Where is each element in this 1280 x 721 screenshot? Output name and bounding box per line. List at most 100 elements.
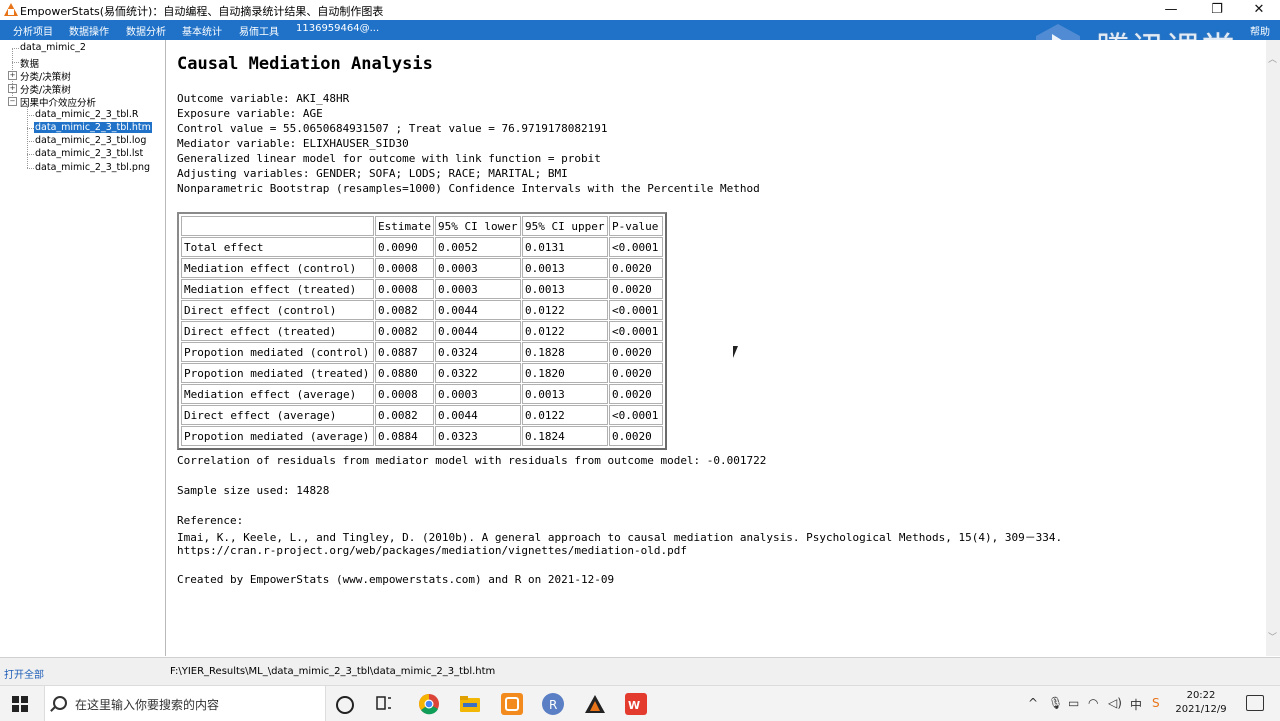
table-cell: 0.1820 (521, 363, 608, 383)
table-header-cell: Estimate (375, 216, 434, 236)
table-cell: Propotion mediated (average) (181, 426, 374, 446)
reference-citation: Imai, K., Keele, L., and Tingley, D. (20… (177, 531, 1063, 544)
table-cell: 0.0003 (434, 279, 521, 299)
mouse-cursor-icon (733, 346, 738, 358)
table-cell: Mediation effect (treated) (181, 279, 374, 299)
battery-icon[interactable]: ▭ (1068, 696, 1079, 710)
windows-taskbar: 在这里输入你要搜索的内容 R W ^ 🎙 ▭ ◠ ◁) 中 S 20:22 20… (0, 685, 1280, 721)
table-cell: Total effect (181, 237, 374, 257)
table-cell: 0.1824 (521, 426, 608, 446)
tree-root[interactable]: data_mimic_2 (20, 42, 86, 53)
sticky-app-icon[interactable] (501, 693, 523, 715)
notification-icon[interactable] (1246, 695, 1264, 711)
wps-icon[interactable]: W (625, 693, 647, 715)
file-path: F:\YIER_Results\ML_\data_mimic_2_3_tbl\d… (170, 666, 496, 677)
menu-basic-statistics[interactable]: 基本统计 (182, 23, 222, 38)
vertical-scrollbar[interactable]: ︿ ﹀ (1266, 40, 1280, 656)
file-explorer-icon[interactable] (459, 693, 481, 715)
menu-help[interactable]: 帮助 (1250, 23, 1270, 38)
menu-tools[interactable]: 易侕工具 (239, 23, 279, 38)
wifi-icon[interactable]: ◠ (1088, 696, 1098, 710)
windows-start-icon[interactable] (12, 696, 28, 712)
chrome-icon[interactable] (418, 693, 440, 715)
tree-file-png[interactable]: data_mimic_2_3_tbl.png (35, 162, 150, 173)
table-cell: 0.0003 (434, 258, 521, 278)
table-row: Mediation effect (average) 0.0008 0.0003 0.… (181, 384, 663, 404)
expand-icon[interactable]: + (8, 71, 17, 80)
table-cell: Direct effect (average) (181, 405, 374, 425)
task-view-icon[interactable] (376, 696, 392, 710)
table-cell: 0.0020 (608, 258, 663, 278)
table-cell: 0.0322 (434, 363, 521, 383)
table-cell: <0.0001 (608, 321, 663, 341)
table-cell: 0.1828 (521, 342, 608, 362)
menu-account[interactable]: 1136959464@... (296, 23, 379, 34)
empowerstats-icon[interactable] (584, 693, 606, 715)
tree-file-htm[interactable]: data_mimic_2_3_tbl.htm (34, 122, 152, 133)
collapse-icon[interactable]: − (8, 97, 17, 106)
created-by: Created by EmpowerStats (www.empowerstat… (177, 573, 615, 586)
menu-data-analysis[interactable]: 数据分析 (126, 23, 166, 38)
report-heading: Causal Mediation Analysis (177, 54, 433, 74)
restore-button[interactable]: ❐ (1194, 0, 1240, 20)
table-cell: 0.0003 (434, 384, 521, 404)
table-cell: 0.0044 (434, 405, 521, 425)
menu-data-operation[interactable]: 数据操作 (69, 23, 109, 38)
svg-text:W: W (628, 699, 640, 712)
cortana-icon[interactable] (336, 696, 354, 714)
expand-icon[interactable]: + (8, 84, 17, 93)
reference-url[interactable]: https://cran.r-project.org/web/packages/… (177, 544, 687, 557)
system-clock[interactable]: 20:22 2021/12/9 (1170, 689, 1232, 717)
table-cell: 0.0122 (521, 405, 608, 425)
svg-text:R: R (549, 698, 557, 712)
table-header-cell (181, 216, 374, 236)
table-cell: 0.0020 (608, 426, 663, 446)
table-cell: 0.0323 (434, 426, 521, 446)
open-all-button[interactable]: 打开全部 (4, 666, 44, 681)
minimize-button[interactable]: — (1148, 0, 1194, 20)
tree-mediation-analysis[interactable]: 因果中介效应分析 (20, 95, 96, 109)
ime-indicator[interactable]: 中 (1130, 696, 1142, 713)
search-icon (53, 696, 67, 710)
table-row: Total effect 0.0090 0.0052 0.0131 <0.0001 (181, 237, 663, 257)
table-cell: 0.0122 (521, 300, 608, 320)
table-cell: 0.0044 (434, 321, 521, 341)
report-view: Causal Mediation Analysis Outcome variab… (167, 40, 1266, 656)
status-bar: 打开全部 F:\YIER_Results\ML_\data_mimic_2_3_… (0, 657, 1280, 686)
table-cell: <0.0001 (608, 300, 663, 320)
scroll-up-icon[interactable]: ︿ (1268, 52, 1277, 65)
tree-file-log[interactable]: data_mimic_2_3_tbl.log (35, 135, 146, 146)
sogou-input-icon[interactable]: S (1152, 696, 1160, 710)
close-button[interactable]: ✕ (1236, 0, 1280, 20)
table-cell: Mediation effect (control) (181, 258, 374, 278)
scroll-down-icon[interactable]: ﹀ (1268, 630, 1277, 643)
table-header-cell: 95% CI lower (434, 216, 521, 236)
tree-decision-tree-2[interactable]: 分类/决策树 (20, 82, 71, 96)
table-header-cell: P-value (608, 216, 663, 236)
taskbar-search-box[interactable]: 在这里输入你要搜索的内容 (44, 686, 326, 721)
table-cell: 0.0020 (608, 384, 663, 404)
sample-size: Sample size used: 14828 (177, 484, 330, 497)
table-header-row: Estimate 95% CI lower 95% CI upper P-val… (181, 216, 663, 236)
tree-file-lst[interactable]: data_mimic_2_3_tbl.lst (35, 148, 143, 159)
table-cell: 0.0020 (608, 363, 663, 383)
table-cell: <0.0001 (608, 237, 663, 257)
volume-icon[interactable]: ◁) (1108, 696, 1122, 710)
table-cell: 0.0324 (434, 342, 521, 362)
microphone-icon[interactable]: 🎙 (1048, 696, 1063, 710)
menu-analysis-project[interactable]: 分析项目 (13, 23, 53, 38)
table-cell: 0.0131 (521, 237, 608, 257)
table-cell: 0.0008 (375, 384, 434, 404)
window-title: EmpowerStats(易侕统计)：自动编程、自动摘录统计结果、自动制作图表 (20, 5, 384, 18)
r-icon[interactable]: R (542, 693, 564, 715)
table-row: Propotion mediated (treated) 0.0880 0.0322… (181, 363, 663, 383)
outcome-variable: Outcome variable: AKI_48HR (177, 92, 350, 105)
table-row: Mediation effect (control) 0.0008 0.0003 0.… (181, 258, 663, 278)
tree-data-node[interactable]: 数据 (20, 56, 39, 70)
table-row: Propotion mediated (control) 0.0887 0.0324… (181, 342, 663, 362)
table-cell: 0.0008 (375, 279, 434, 299)
tree-file-r[interactable]: data_mimic_2_3_tbl.R (35, 109, 139, 120)
tray-expand-icon[interactable]: ^ (1028, 696, 1038, 710)
tree-decision-tree-1[interactable]: 分类/决策树 (20, 69, 71, 83)
clock-date: 2021/12/9 (1175, 704, 1227, 715)
